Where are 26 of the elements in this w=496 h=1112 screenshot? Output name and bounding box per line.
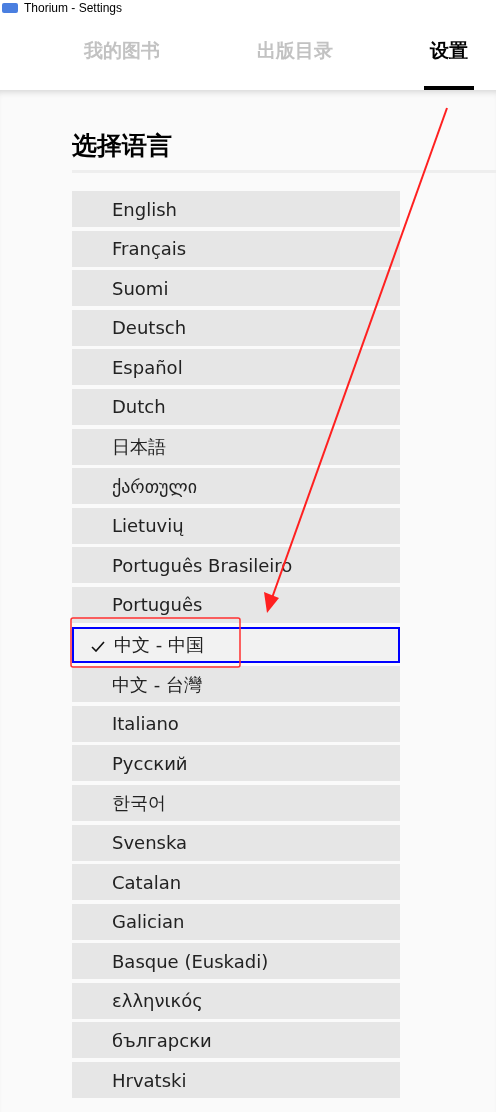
language-item[interactable]: English — [72, 191, 400, 227]
window-title: Thorium - Settings — [24, 1, 123, 15]
language-item[interactable]: ქართული — [72, 468, 400, 505]
language-item[interactable]: Deutsch — [72, 309, 400, 346]
language-item[interactable]: 中文 - 台灣 — [72, 666, 400, 703]
language-item[interactable]: Svenska — [72, 824, 400, 861]
language-item[interactable]: Português — [72, 586, 400, 623]
language-item[interactable]: Hrvatski — [72, 1062, 400, 1099]
language-item[interactable]: 中文 - 中国 — [72, 626, 400, 663]
app-icon — [2, 3, 18, 13]
language-item[interactable]: ελληνικός — [72, 982, 400, 1019]
language-item[interactable]: Suomi — [72, 270, 400, 307]
language-item[interactable]: Español — [72, 349, 400, 386]
language-item[interactable]: 日本語 — [72, 428, 400, 465]
language-item[interactable]: Basque (Euskadi) — [72, 943, 400, 980]
language-item[interactable]: Catalan — [72, 864, 400, 901]
language-item[interactable]: Galician — [72, 903, 400, 940]
language-item[interactable]: Lietuvių — [72, 507, 400, 544]
language-item[interactable]: Italiano — [72, 705, 400, 742]
language-item[interactable]: Français — [72, 230, 400, 267]
language-item[interactable]: Dutch — [72, 388, 400, 425]
section-title: 选择语言 — [72, 130, 173, 162]
check-icon — [91, 640, 105, 652]
language-item[interactable]: 한국어 — [72, 784, 400, 821]
language-item[interactable]: Русский — [72, 745, 400, 782]
language-item[interactable]: български — [72, 1022, 400, 1059]
